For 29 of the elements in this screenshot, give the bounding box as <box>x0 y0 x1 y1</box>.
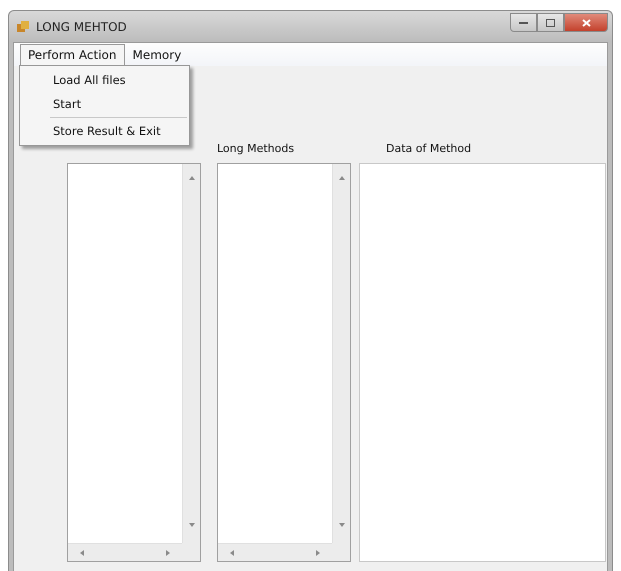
scroll-down-icon[interactable] <box>188 521 196 529</box>
scroll-down-icon[interactable] <box>338 521 346 529</box>
scroll-left-icon[interactable] <box>78 548 86 556</box>
horizontal-scrollbar[interactable] <box>218 543 332 561</box>
minimize-button[interactable] <box>510 13 537 32</box>
scroll-left-icon[interactable] <box>228 548 236 556</box>
vertical-scrollbar[interactable] <box>182 164 200 543</box>
menu-item[interactable]: Memory <box>124 44 190 66</box>
list-box[interactable] <box>67 163 201 562</box>
window-title: LONG MEHTOD <box>36 20 127 34</box>
list-box[interactable] <box>217 163 351 562</box>
minimize-icon <box>519 20 528 24</box>
app-icon <box>16 20 30 34</box>
close-button[interactable] <box>564 13 608 32</box>
maximize-button[interactable] <box>537 13 564 32</box>
menu-option[interactable]: Start <box>20 92 189 116</box>
menu-option[interactable]: Store Result & Exit <box>20 119 189 143</box>
scroll-up-icon[interactable] <box>188 174 196 182</box>
scroll-right-icon[interactable] <box>164 548 172 556</box>
scroll-right-icon[interactable] <box>314 548 322 556</box>
scroll-up-icon[interactable] <box>338 174 346 182</box>
menu-item[interactable]: Perform Action <box>20 44 124 66</box>
vertical-scrollbar[interactable] <box>332 164 350 543</box>
horizontal-scrollbar[interactable] <box>68 543 182 561</box>
panel-label: Data of Method <box>385 142 472 156</box>
menu-option[interactable]: Load All files <box>20 68 189 92</box>
close-icon <box>582 18 590 26</box>
panel-label: Long Methods <box>217 142 296 156</box>
maximize-icon <box>546 18 555 26</box>
